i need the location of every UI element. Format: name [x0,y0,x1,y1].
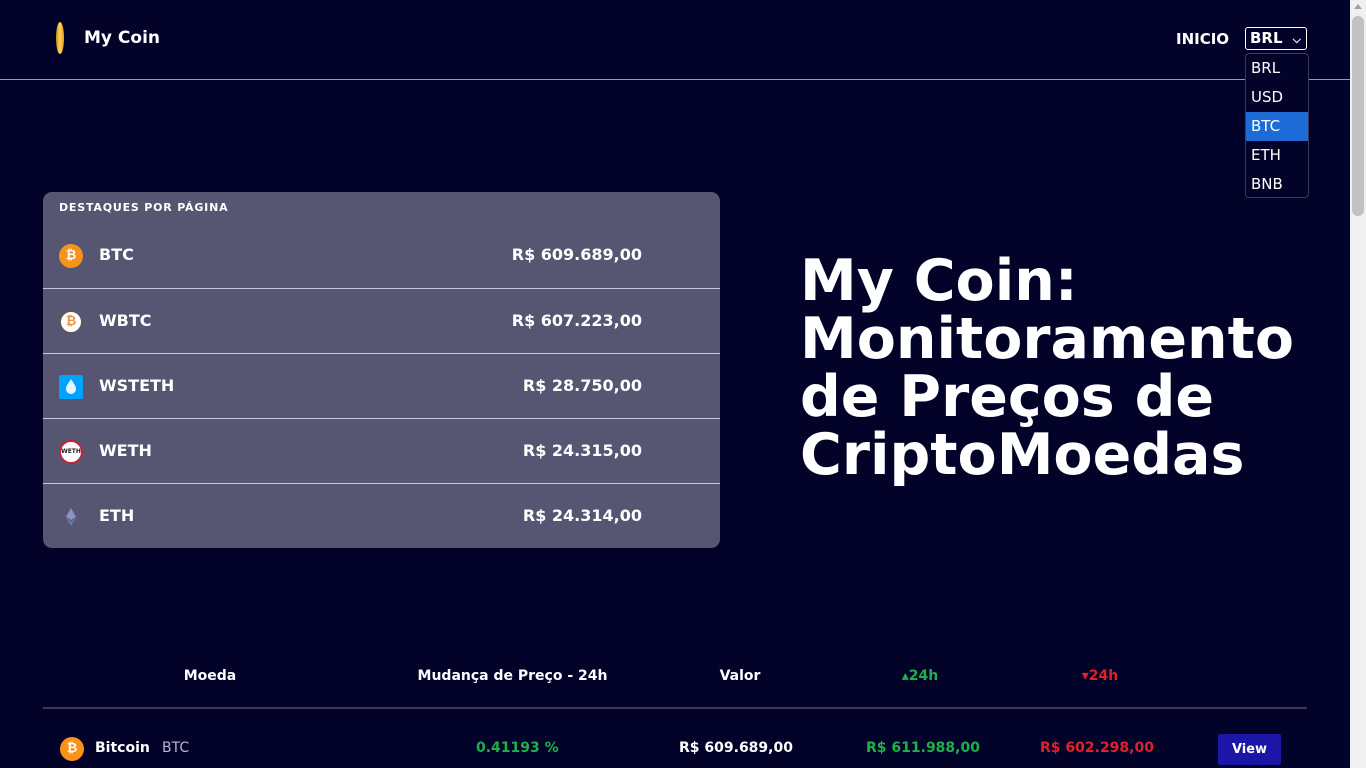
page-scrollbar[interactable] [1350,0,1366,768]
highlight-row-eth[interactable]: ETH R$ 24.314,00 [43,483,720,548]
highlight-symbol: WBTC [99,311,152,330]
arrow-down-icon: ▾ [1081,668,1089,684]
highlight-price: R$ 28.750,00 [522,376,642,395]
highlights-title: DESTAQUES POR PÁGINA [59,201,229,214]
highlight-symbol: WSTETH [99,376,175,395]
table-divider [43,707,1307,709]
column-header-coin: Moeda [183,668,237,684]
coin-symbol: BTC [162,740,190,756]
hero-line: de Preços de [800,364,1215,430]
coin-name: Bitcoin [95,740,150,756]
scrollbar-thumb[interactable] [1352,16,1364,216]
currency-option-eth[interactable]: ETH [1246,141,1308,170]
ethereum-icon [59,505,83,529]
highlight-symbol: ETH [99,506,135,525]
currency-select[interactable]: BRL ⌵ [1245,27,1307,50]
arrow-up-icon: ▴ [901,668,909,684]
lido-droplet-icon [59,375,83,399]
bitcoin-icon: ₿ [60,737,84,761]
logo-text[interactable]: My Coin [84,28,160,48]
currency-option-bnb[interactable]: BNB [1246,170,1308,197]
highlight-price: R$ 607.223,00 [511,311,642,330]
column-header-high-label: 24h [908,668,939,684]
highlight-row-btc[interactable]: ₿ BTC R$ 609.689,00 [43,223,720,288]
highlight-row-weth[interactable]: WETH WETH R$ 24.315,00 [43,418,720,484]
currency-selected-value: BRL [1250,29,1283,47]
hero-line: My Coin: [800,248,1078,314]
hero-line: Monitoramento [800,306,1295,372]
column-header-value: Valor [719,668,761,684]
scroll-up-arrow-icon[interactable] [1354,4,1362,9]
view-button[interactable]: View [1218,734,1281,765]
currency-option-brl[interactable]: BRL [1246,54,1308,83]
highlight-symbol: BTC [99,245,134,264]
currency-option-btc[interactable]: BTC [1246,112,1308,141]
bitcoin-icon: ₿ [59,244,83,268]
highlight-row-wbtc[interactable]: ₿ WBTC R$ 607.223,00 [43,288,720,354]
low-24h: R$ 602.298,00 [1040,740,1154,756]
price-change-24h: 0.41193 % [476,740,559,756]
highlight-price: R$ 609.689,00 [511,245,642,264]
highlight-price: R$ 24.314,00 [522,506,642,525]
highlight-symbol: WETH [99,441,152,460]
coin-logo-icon [56,22,64,54]
coin-value: R$ 609.689,00 [679,740,793,756]
nav-link-inicio[interactable]: INICIO [1176,30,1229,48]
wrapped-bitcoin-icon: ₿ [59,310,83,334]
column-header-low: ▾24h [1060,668,1140,684]
column-header-low-label: 24h [1088,668,1119,684]
highlights-card: DESTAQUES POR PÁGINA ₿ BTC R$ 609.689,00… [43,192,720,548]
currency-dropdown-menu: BRL USD BTC ETH BNB [1245,53,1309,198]
weth-icon: WETH [59,440,83,464]
top-navbar: My Coin INICIO BRL ⌵ [0,0,1350,80]
high-24h: R$ 611.988,00 [866,740,980,756]
currency-option-usd[interactable]: USD [1246,83,1308,112]
column-header-high: ▴24h [880,668,960,684]
highlight-price: R$ 24.315,00 [522,441,642,460]
column-header-change: Mudança de Preço - 24h [417,668,608,684]
hero-heading: My Coin: Monitoramento de Preços de Crip… [800,252,1320,484]
chevron-down-icon: ⌵ [1292,33,1301,46]
hero-line: CriptoMoedas [800,422,1245,488]
highlight-row-wsteth[interactable]: WSTETH R$ 28.750,00 [43,353,720,419]
